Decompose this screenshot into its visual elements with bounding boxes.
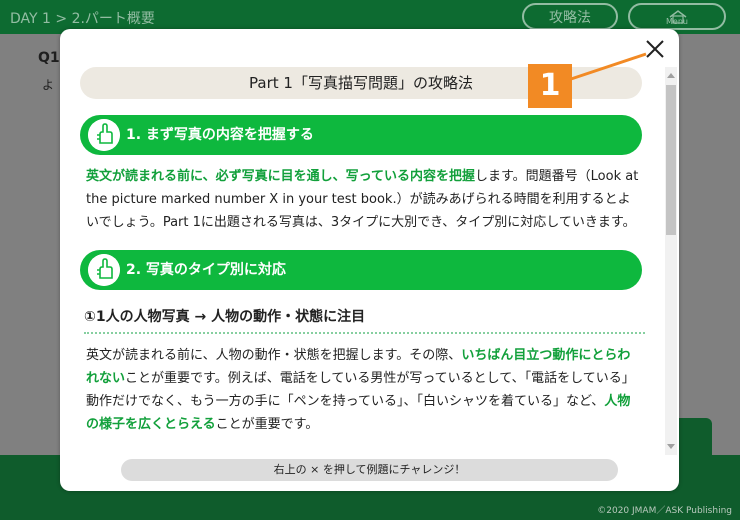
highlight-text: 英文が読まれる前に、必ず写真に目を通し、写っている内容を把握: [86, 169, 475, 184]
copyright: ©2020 JMAM／ASK Publishing: [597, 506, 732, 516]
scroll-thumb[interactable]: [666, 85, 676, 235]
question-label: Q1: [38, 50, 60, 66]
breadcrumb: DAY 1 > 2.パート概要: [10, 11, 155, 27]
modal-content[interactable]: Part 1「写真描写問題」の攻略法 1. まず写真の内容を把握する 英文が読ま…: [80, 67, 645, 457]
close-icon[interactable]: [643, 37, 667, 61]
section-2-paragraph: 英文が読まれる前に、人物の動作・状態を把握します。その際、いちばん目立つ動作にと…: [86, 344, 641, 436]
home-icon: [669, 10, 687, 24]
section-1-paragraph: 英文が読まれる前に、必ず写真に目を通し、写っている内容を把握します。問題番号（L…: [86, 165, 641, 234]
question-text: よ: [42, 78, 55, 92]
pointing-hand-icon: [88, 254, 120, 286]
menu-button[interactable]: Menu: [628, 3, 726, 30]
body-text: ことが重要です。: [215, 417, 319, 432]
pointing-hand-icon: [88, 119, 120, 151]
strategy-modal: Part 1「写真描写問題」の攻略法 1. まず写真の内容を把握する 英文が読ま…: [60, 29, 679, 491]
section-header-1: 1. まず写真の内容を把握する: [80, 115, 642, 155]
annotation-badge: 1: [528, 64, 572, 108]
section-title-2: 2. 写真のタイプ別に対応: [126, 262, 286, 278]
body-text: 英文が読まれる前に、人物の動作・状態を把握します。その際、: [86, 348, 462, 363]
scroll-up-arrow-icon[interactable]: [667, 73, 675, 78]
section-title-1: 1. まず写真の内容を把握する: [126, 127, 314, 143]
instruction-pill: 右上の × を押して例題にチャレンジ！: [121, 459, 618, 481]
scroll-down-arrow-icon[interactable]: [667, 444, 675, 449]
subheading: ①1人の人物写真 → 人物の動作・状態に注目: [84, 306, 645, 334]
strategy-button[interactable]: 攻略法: [522, 3, 618, 30]
body-text: ことが重要です。例えば、電話をしている男性が写っているとして、「電話をしている」…: [86, 371, 635, 409]
section-header-2: 2. 写真のタイプ別に対応: [80, 250, 642, 290]
scrollbar[interactable]: [665, 67, 677, 455]
